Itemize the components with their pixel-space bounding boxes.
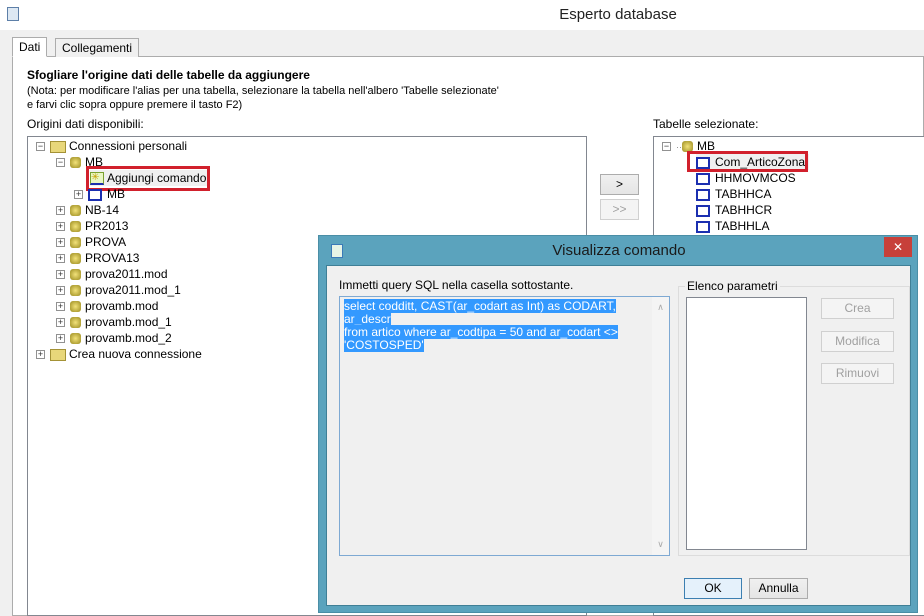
- visualizza-comando-dialog: Visualizza comando ✕ Immetti query SQL n…: [318, 235, 918, 613]
- highlight-box: [687, 151, 808, 172]
- database-icon: [70, 221, 81, 233]
- database-icon: [70, 285, 81, 297]
- expand-icon[interactable]: +: [36, 350, 45, 360]
- sql-scrollbar[interactable]: ∧ ∨: [652, 297, 669, 555]
- collapse-icon[interactable]: −: [36, 142, 45, 152]
- collapse-icon[interactable]: −: [56, 158, 65, 168]
- expand-icon[interactable]: +: [56, 270, 65, 280]
- tree-node-source[interactable]: + PROVA: [56, 234, 126, 250]
- available-sources-label: Origini dati disponibili:: [27, 117, 144, 131]
- dialog-title: Visualizza comando: [552, 242, 686, 259]
- database-icon: [70, 269, 81, 281]
- tree-node-source[interactable]: + provamb.mod_2: [56, 330, 172, 346]
- window-title: Esperto database: [559, 6, 677, 23]
- add-all-button[interactable]: >>: [600, 199, 639, 220]
- params-label: Elenco parametri: [685, 279, 780, 293]
- sql-query-textarea[interactable]: select codditt, CAST(ar_codart as Int) a…: [339, 296, 670, 556]
- database-icon: [70, 237, 81, 249]
- database-icon: [70, 333, 81, 345]
- scroll-up-icon[interactable]: ∧: [652, 301, 669, 314]
- expand-icon[interactable]: +: [56, 222, 65, 232]
- database-icon: [70, 301, 81, 313]
- database-icon: [70, 157, 81, 169]
- table-icon: [696, 188, 710, 201]
- tree-node-source[interactable]: + prova2011.mod_1: [56, 282, 181, 298]
- tree-node-source[interactable]: + NB-14: [56, 202, 119, 218]
- expand-icon[interactable]: +: [56, 254, 65, 264]
- selected-tables-label: Tabelle selezionate:: [653, 117, 759, 131]
- note-line-1: (Nota: per modificare l'alias per una ta…: [27, 85, 499, 97]
- remove-param-button[interactable]: Rimuovi: [821, 363, 894, 384]
- table-icon: [696, 172, 710, 185]
- tree-node-source[interactable]: + PROVA13: [56, 250, 139, 266]
- cancel-button[interactable]: Annulla: [749, 578, 808, 599]
- tree-node-connessioni[interactable]: − Connessioni personali: [36, 138, 187, 154]
- collapse-icon[interactable]: −: [662, 142, 671, 152]
- modify-param-button[interactable]: Modifica: [821, 331, 894, 352]
- expand-icon[interactable]: +: [56, 286, 65, 296]
- expand-icon[interactable]: +: [56, 238, 65, 248]
- selected-table-item[interactable]: TABHHLA: [696, 218, 769, 234]
- expand-icon[interactable]: +: [56, 302, 65, 312]
- tab-collegamenti[interactable]: Collegamenti: [55, 38, 140, 57]
- expand-icon[interactable]: +: [74, 190, 83, 200]
- selected-table-item[interactable]: TABHHCR: [696, 202, 772, 218]
- selected-table-item[interactable]: TABHHCA: [696, 186, 771, 202]
- expand-icon[interactable]: +: [56, 318, 65, 328]
- add-table-button[interactable]: >: [600, 174, 639, 195]
- sql-prompt-label: Immetti query SQL nella casella sottosta…: [339, 278, 574, 292]
- section-heading: Sfogliare l'origine dati delle tabelle d…: [27, 68, 310, 82]
- table-icon: [696, 204, 710, 217]
- database-icon: [70, 253, 81, 265]
- tree-node-source[interactable]: + provamb.mod: [56, 298, 158, 314]
- note-line-2: e farvi clic sopra oppure premere il tas…: [27, 99, 243, 111]
- expand-icon[interactable]: +: [56, 206, 65, 216]
- tab-dati[interactable]: Dati: [12, 37, 48, 57]
- tree-node-mb-child[interactable]: + MB: [74, 186, 125, 202]
- scroll-down-icon[interactable]: ∨: [652, 538, 669, 551]
- folder-icon: [50, 348, 66, 361]
- title-bar: Esperto database: [0, 0, 924, 30]
- create-param-button[interactable]: Crea: [821, 298, 894, 319]
- folder-icon: [50, 140, 66, 153]
- expand-icon[interactable]: +: [56, 334, 65, 344]
- selected-table-item[interactable]: HHMOVMCOS: [696, 170, 796, 186]
- dialog-body: Immetti query SQL nella casella sottosta…: [326, 265, 911, 606]
- table-icon: [696, 220, 710, 233]
- tree-node-crea-nuova-connessione[interactable]: + Crea nuova connessione: [36, 346, 202, 362]
- tree-node-source[interactable]: + provamb.mod_1: [56, 314, 172, 330]
- close-button[interactable]: ✕: [884, 237, 912, 257]
- tree-node-source[interactable]: + PR2013: [56, 218, 128, 234]
- params-listbox[interactable]: [686, 297, 807, 550]
- ok-button[interactable]: OK: [684, 578, 742, 599]
- table-icon: [88, 188, 102, 201]
- database-icon: [70, 317, 81, 329]
- database-icon: [70, 205, 81, 217]
- tree-node-source[interactable]: + prova2011.mod: [56, 266, 168, 282]
